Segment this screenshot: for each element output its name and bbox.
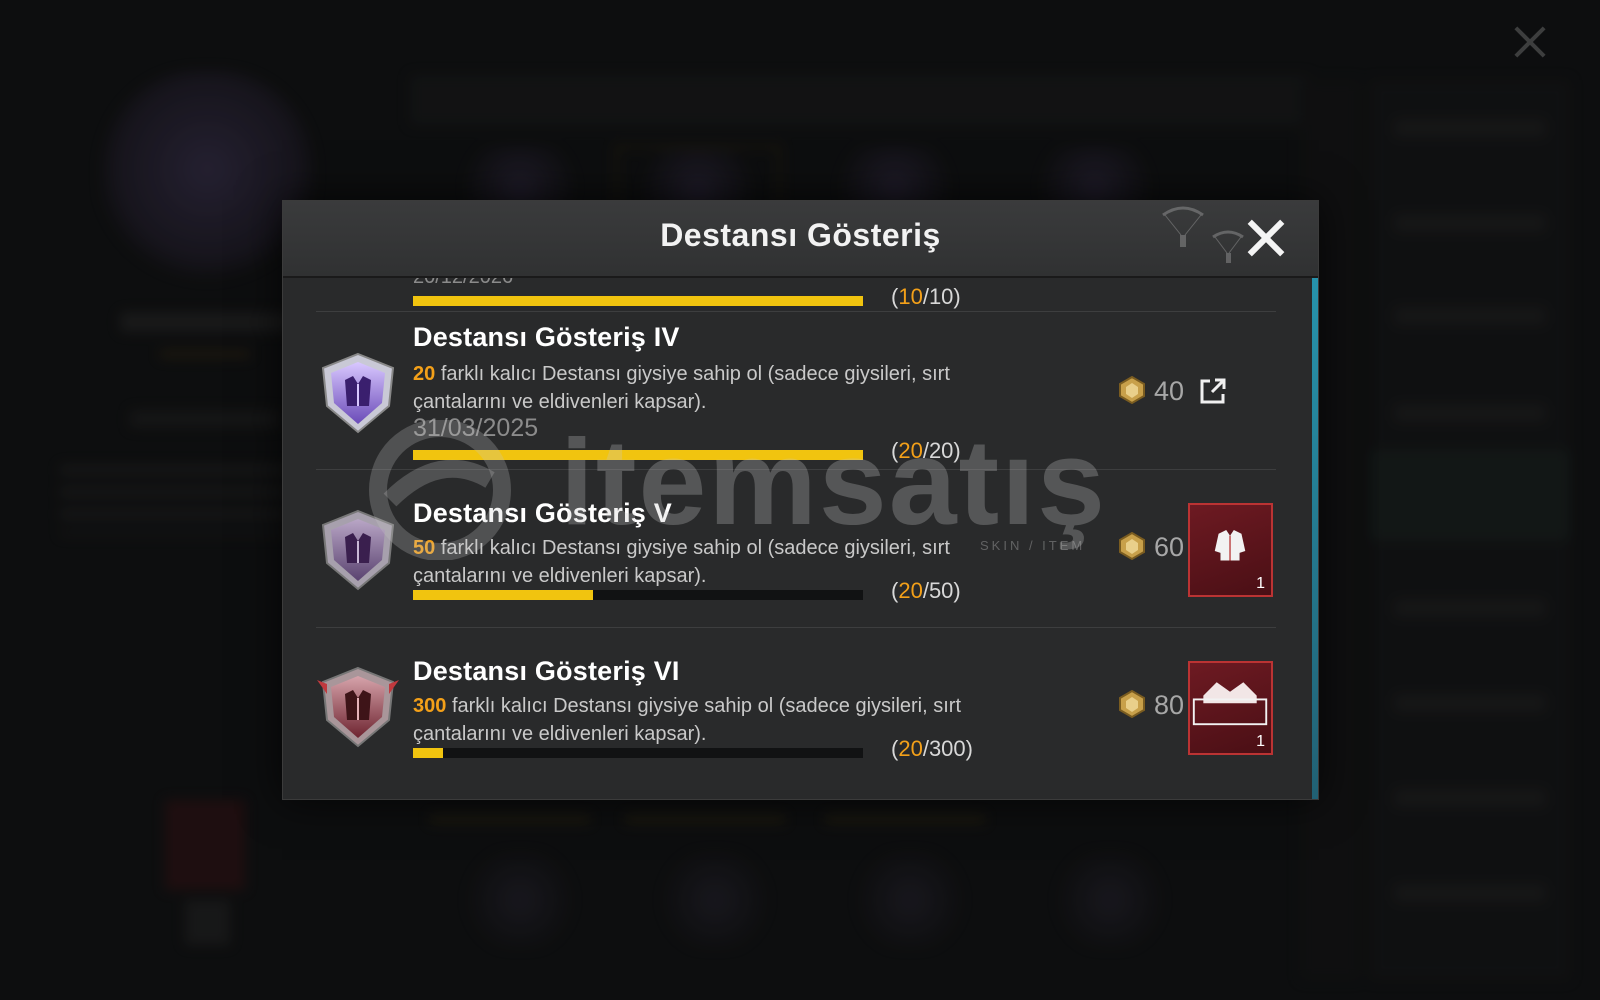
- progress-total: 10: [928, 284, 954, 309]
- progress-bar-fill: [413, 748, 444, 758]
- row-divider: [316, 311, 1276, 312]
- progress-current: 10: [898, 284, 923, 309]
- progress-total: 20: [928, 438, 954, 463]
- requirement-text: farklı kalıcı Destansı giysiye sahip ol …: [413, 695, 962, 745]
- progress-bar-fill: [413, 590, 593, 600]
- row-divider: [316, 627, 1276, 628]
- requirement-text: farklı kalıcı Destansı giysiye sahip ol …: [413, 537, 950, 587]
- reward-value: 60: [1154, 532, 1185, 562]
- progress-bar: [413, 450, 863, 460]
- achievement-date: 20/12/2026: [413, 278, 513, 289]
- achievement-date: 31/03/2025: [413, 414, 539, 442]
- achievement-point-icon: [1119, 690, 1145, 718]
- reward-value: 80: [1154, 690, 1185, 720]
- achievement-modal: Destansı Gösteriş 20/12/2026 (10/10): [282, 200, 1319, 800]
- progress-bar: [413, 748, 863, 758]
- requirement-text: farklı kalıcı Destansı giysiye sahip ol …: [413, 363, 950, 413]
- modal-header: Destansı Gösteriş: [283, 201, 1318, 278]
- progress-current: 20: [898, 578, 923, 603]
- achievement-description: 20 farklı kalıcı Destansı giysiye sahip …: [413, 360, 1013, 416]
- progress-total: 300: [928, 736, 966, 761]
- achievement-point-icon: [1119, 376, 1145, 404]
- requirement-number: 20: [413, 363, 436, 385]
- achievement-row: Destansı Gösteriş VI 300 farklı kalıcı D…: [283, 630, 1318, 790]
- reward-item-box[interactable]: 1: [1188, 503, 1273, 597]
- progress-bar-fill: [413, 296, 863, 306]
- progress-bar: [413, 296, 863, 306]
- achievement-title: Destansı Gösteriş IV: [413, 322, 680, 352]
- progress-bar-fill: [413, 450, 863, 460]
- item-count: 1: [1256, 733, 1265, 750]
- achievement-row: Destansı Gösteriş V 50 farklı kalıcı Des…: [283, 472, 1318, 632]
- screen-close-icon: [1510, 22, 1550, 62]
- item-count: 1: [1256, 575, 1265, 592]
- progress-bar: [413, 590, 863, 600]
- requirement-number: 300: [413, 695, 447, 717]
- row-divider: [316, 469, 1276, 470]
- requirement-number: 50: [413, 537, 436, 559]
- progress-current: 20: [898, 438, 923, 463]
- progress-text: (10/10): [891, 284, 961, 309]
- progress-text: (20/20): [891, 438, 961, 463]
- achievement-title: Destansı Gösteriş VI: [413, 656, 680, 686]
- reward-value: 40: [1154, 376, 1185, 406]
- reward-item-box[interactable]: 1: [1188, 661, 1273, 755]
- share-icon[interactable]: [1198, 376, 1228, 406]
- epic-outfit-badge-icon: [321, 352, 395, 434]
- progress-text: (20/50): [891, 578, 961, 603]
- epic-outfit-badge-icon: [317, 666, 399, 748]
- achievement-title: Destansı Gösteriş V: [413, 498, 672, 528]
- progress-total: 50: [928, 578, 954, 603]
- achievement-list[interactable]: 20/12/2026 (10/10) Destansı Gösteriş IV …: [283, 278, 1318, 798]
- epic-outfit-badge-icon: [321, 509, 395, 591]
- progress-text: (20/300): [891, 736, 973, 761]
- progress-current: 20: [898, 736, 923, 761]
- reward-points: 40: [1118, 374, 1208, 410]
- achievement-point-icon: [1119, 532, 1145, 560]
- close-button[interactable]: [1243, 215, 1289, 261]
- achievement-row: Destansı Gösteriş IV 20 farklı kalıcı De…: [283, 314, 1318, 474]
